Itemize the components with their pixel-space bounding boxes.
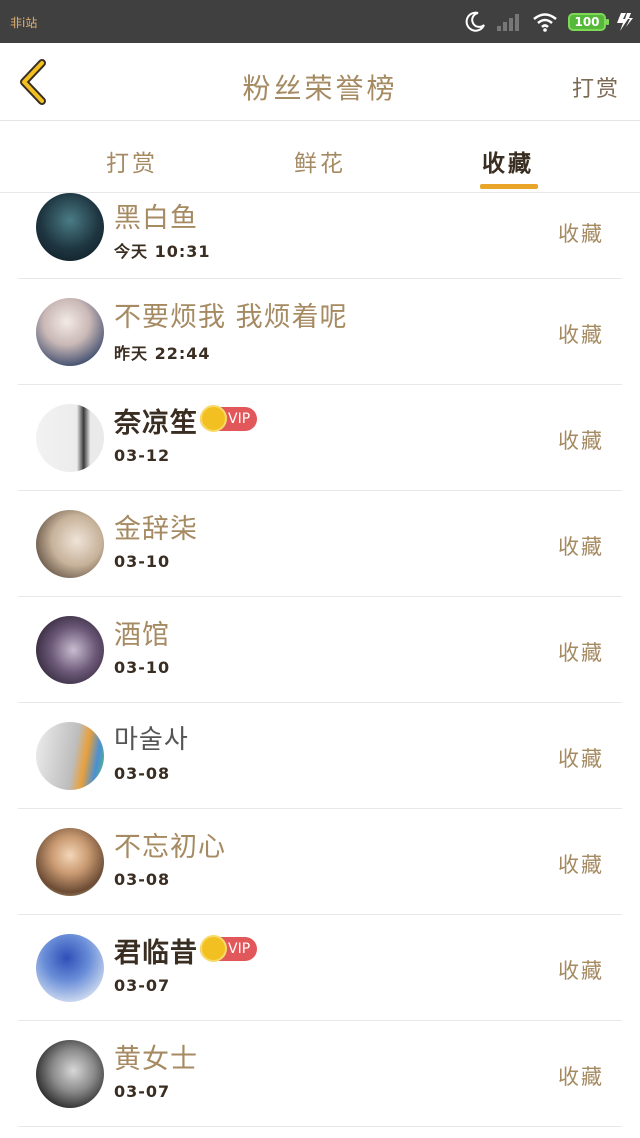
avatar	[36, 1040, 104, 1108]
fan-time: 昨天 22:44	[114, 344, 211, 363]
favorite-label: 收藏	[558, 323, 604, 347]
avatar	[36, 722, 104, 790]
fan-name: 黑白鱼	[114, 203, 198, 234]
top-bar: 粉丝荣誉榜 打赏	[0, 43, 640, 121]
favorite-label: 收藏	[558, 535, 604, 559]
avatar	[36, 828, 104, 896]
list-item[interactable]: 黄女士 03-07 收藏	[18, 1021, 622, 1127]
vip-label: VIP	[228, 411, 251, 427]
favorite-label: 收藏	[558, 641, 604, 665]
fan-name: 金辞柒	[114, 514, 198, 545]
list-item[interactable]: 奈凉笙 VIP 03-12 收藏	[18, 385, 622, 491]
battery-indicator: 100	[568, 13, 609, 31]
list-item[interactable]: 不忘初心 03-08 收藏	[18, 809, 622, 915]
list-item[interactable]: 마술사 03-08 收藏	[18, 703, 622, 809]
list-item[interactable]: 金辞柒 03-10 收藏	[18, 491, 622, 597]
status-carrier: 非i站	[10, 16, 38, 30]
fan-time: 03-07	[114, 976, 171, 995]
favorite-label: 收藏	[558, 1065, 604, 1089]
favorite-label: 收藏	[558, 853, 604, 877]
list-item[interactable]: 君临昔 VIP 03-07 收藏	[18, 915, 622, 1021]
reward-button[interactable]: 打赏	[572, 71, 620, 103]
list-item[interactable]: 酒馆 03-10 收藏	[18, 597, 622, 703]
fan-time: 03-07	[114, 1082, 171, 1101]
fan-name: 不忘初心	[114, 832, 226, 863]
fan-time: 今天 10:31	[114, 242, 211, 261]
fan-time: 03-10	[114, 658, 171, 677]
tab-flowers[interactable]: 鲜花	[294, 144, 346, 178]
active-tab-indicator	[480, 184, 538, 189]
favorite-label: 收藏	[558, 959, 604, 983]
fan-name: 마술사	[114, 725, 189, 755]
fan-name: 不要烦我 我烦着呢	[114, 302, 348, 333]
status-icons: 100	[464, 8, 634, 36]
tab-favorites[interactable]: 收藏	[482, 144, 534, 178]
vip-badge: VIP	[200, 935, 258, 962]
fan-list: 黑白鱼 今天 10:31 收藏 不要烦我 我烦着呢 昨天 22:44 收藏 奈凉…	[0, 193, 640, 1127]
tab-reward[interactable]: 打赏	[106, 144, 158, 178]
favorite-label: 收藏	[558, 747, 604, 771]
avatar	[36, 510, 104, 578]
status-bar: 非i站 100	[0, 0, 640, 43]
charging-icon	[617, 13, 633, 31]
list-item[interactable]: 黑白鱼 今天 10:31 收藏	[18, 193, 622, 279]
fan-name: 黄女士	[114, 1044, 198, 1075]
avatar	[36, 193, 104, 261]
vip-label: VIP	[228, 941, 251, 957]
fan-name: 奈凉笙	[114, 408, 198, 439]
fan-time: 03-08	[114, 870, 171, 889]
fan-time: 03-12	[114, 446, 171, 465]
moon-icon	[465, 11, 485, 32]
avatar	[36, 404, 104, 472]
tab-bar: 打赏 鲜花 收藏	[0, 122, 640, 193]
page-title: 粉丝荣誉榜	[242, 72, 398, 105]
fan-time: 03-08	[114, 764, 171, 783]
vip-badge: VIP	[200, 405, 258, 432]
fan-name: 酒馆	[114, 620, 170, 651]
battery-level: 100	[574, 15, 600, 29]
crown-icon	[200, 935, 227, 962]
avatar	[36, 934, 104, 1002]
crown-icon	[200, 405, 227, 432]
favorite-label: 收藏	[558, 429, 604, 453]
wifi-icon	[533, 13, 557, 32]
fan-time: 03-10	[114, 552, 171, 571]
signal-icon	[497, 14, 519, 31]
avatar	[36, 298, 104, 366]
fan-name: 君临昔	[114, 938, 198, 969]
avatar	[36, 616, 104, 684]
list-item[interactable]: 不要烦我 我烦着呢 昨天 22:44 收藏	[18, 279, 622, 385]
favorite-label: 收藏	[558, 222, 604, 246]
